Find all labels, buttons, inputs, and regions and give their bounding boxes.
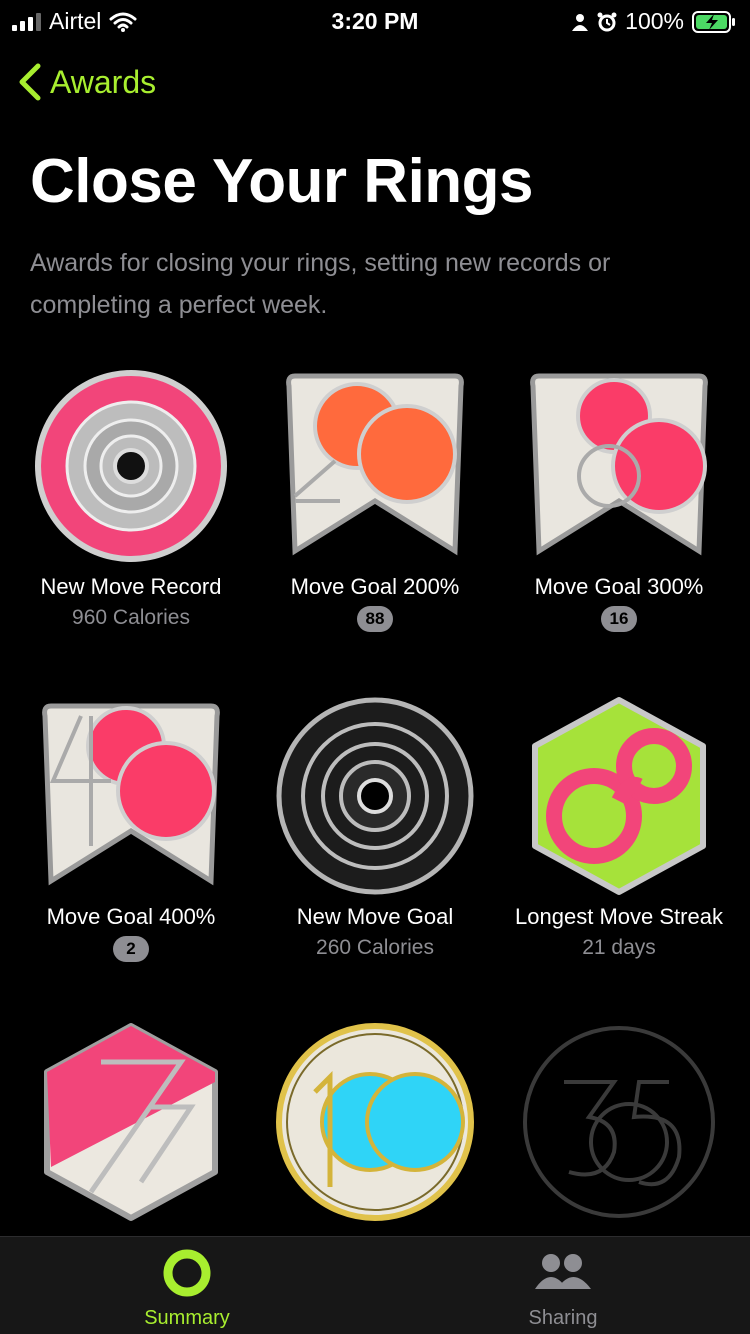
tab-sharing[interactable]: Sharing (438, 1247, 688, 1330)
activity-rings-icon (163, 1249, 211, 1297)
tab-bar: Summary Sharing (0, 1236, 750, 1334)
award-count-badge: 16 (601, 606, 637, 632)
tab-summary[interactable]: Summary (62, 1247, 312, 1330)
page-description: Awards for closing your rings, setting n… (30, 249, 611, 319)
award-move-goal-300[interactable]: Move Goal 300% 16 (494, 366, 744, 632)
award-new-move-record[interactable]: New Move Record 960 Calories (6, 366, 256, 630)
people-icon (535, 1254, 591, 1289)
award-move-goal-200[interactable]: Move Goal 200% 88 (250, 366, 500, 632)
move-goal-200-badge-icon (286, 373, 464, 556)
award-title: Move Goal 300% (534, 574, 704, 599)
status-bar: Airtel 3:20 PM 100% (0, 0, 750, 40)
locked-365-badge-icon (523, 1026, 715, 1218)
move-goal-300-badge-icon (530, 373, 708, 556)
award-detail: 21 days (582, 936, 656, 959)
move-record-badge-icon (35, 370, 227, 562)
award-365-badge[interactable] (494, 1022, 744, 1222)
award-move-goal-400[interactable]: Move Goal 400% 2 (6, 696, 256, 962)
alarm-icon (597, 12, 617, 31)
battery-charging-icon (692, 10, 735, 33)
award-count-badge: 88 (357, 606, 393, 632)
chevron-left-icon (19, 63, 41, 101)
award-100-badge[interactable] (250, 1022, 500, 1222)
hundred-goal-badge-icon (276, 1023, 474, 1221)
award-detail: 260 Calories (316, 936, 434, 959)
tab-summary-label: Summary (144, 1307, 230, 1329)
new-move-goal-badge-icon (276, 697, 474, 895)
award-title: New Move Goal (296, 904, 454, 929)
award-count-badge: 2 (113, 936, 149, 962)
battery-percent: 100% (625, 8, 684, 34)
person-icon (572, 13, 589, 31)
page-title: Close Your Rings (30, 147, 534, 216)
award-title: Move Goal 400% (46, 904, 216, 929)
award-detail: 960 Calories (72, 606, 190, 629)
award-seven-day-badge[interactable] (6, 1022, 256, 1222)
award-title: Move Goal 200% (290, 574, 460, 599)
award-title: Longest Move Streak (515, 904, 723, 929)
move-goal-400-badge-icon (42, 703, 220, 886)
award-longest-move-streak[interactable]: Longest Move Streak 21 days (494, 696, 744, 960)
back-button[interactable]: Awards (16, 62, 156, 102)
perfect-week-badge-icon (44, 1023, 218, 1221)
back-button-label: Awards (50, 63, 157, 100)
award-title: New Move Record (40, 574, 222, 599)
award-new-move-goal[interactable]: New Move Goal 260 Calories (250, 696, 500, 960)
move-streak-badge-icon (532, 697, 706, 895)
tab-sharing-label: Sharing (528, 1307, 598, 1329)
